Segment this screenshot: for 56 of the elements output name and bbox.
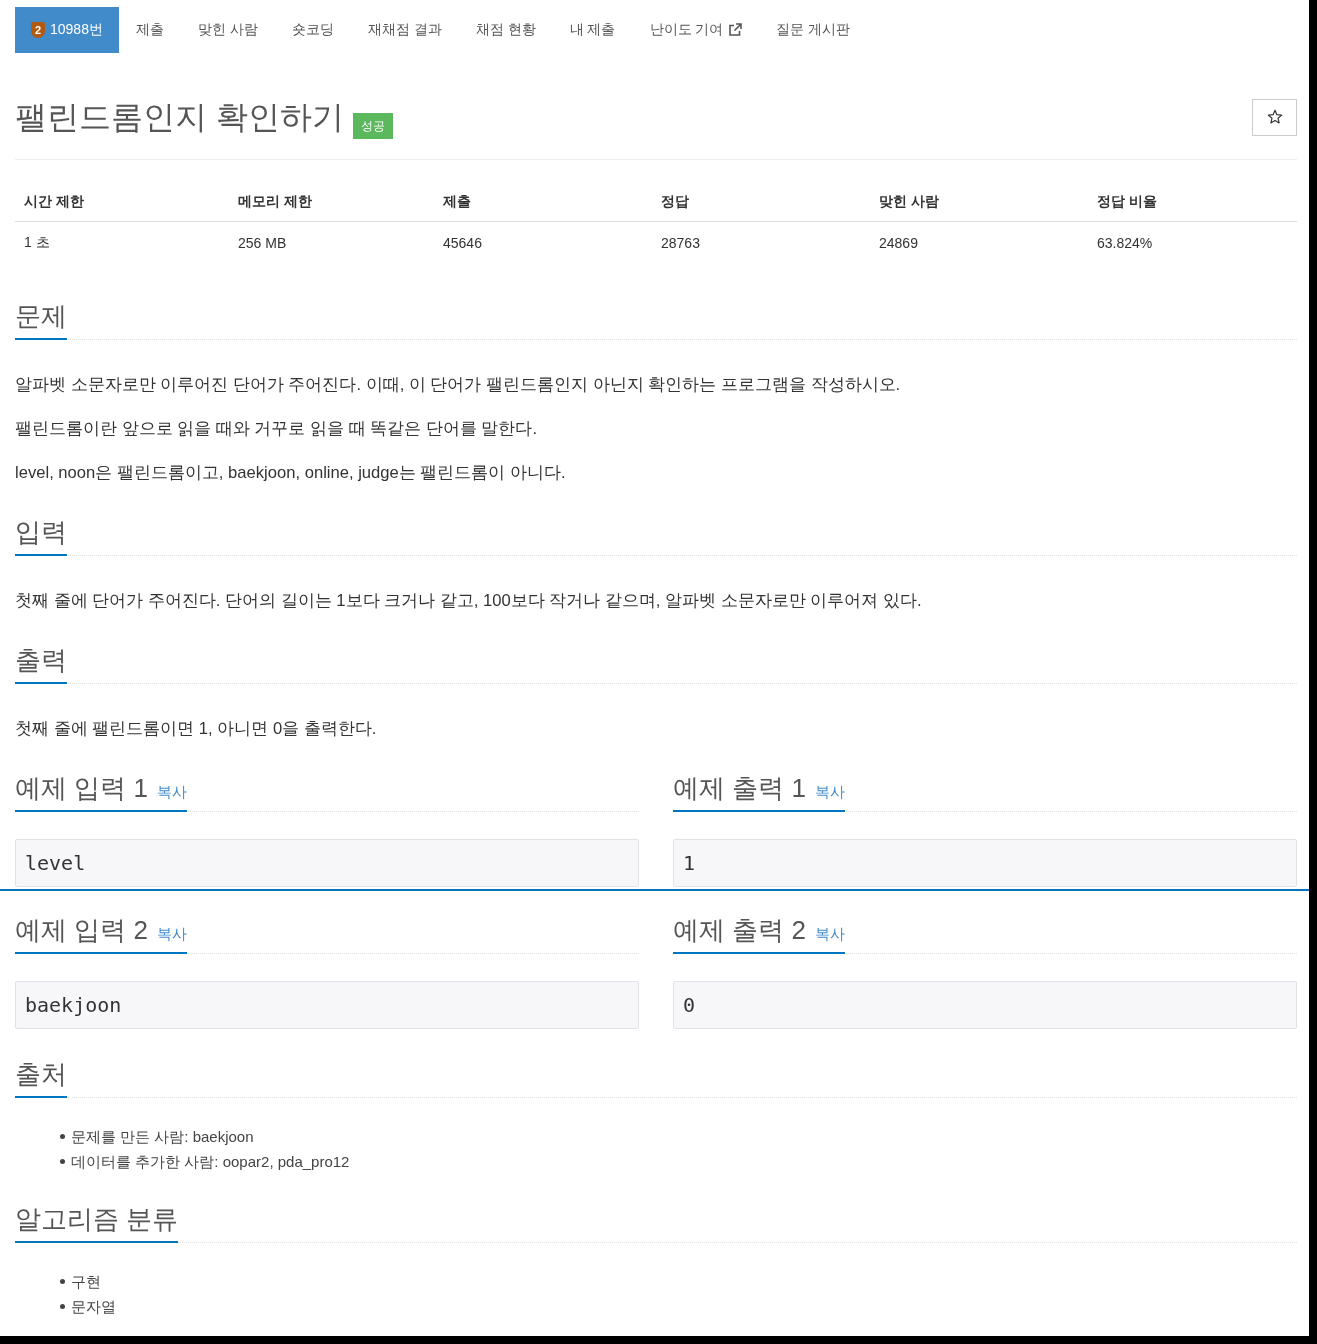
result-label: 성공 [352, 113, 393, 139]
favorite-button[interactable] [1252, 98, 1297, 136]
table-cell-text: 1 초 [23, 234, 51, 252]
copy-link[interactable]: 복사 [814, 925, 845, 944]
list-item: 구현 [71, 1272, 101, 1292]
example-input-code: level [15, 839, 639, 887]
section-heading: 알고리즘 분류 [15, 1203, 179, 1236]
column-header: 메모리 제한 [237, 193, 313, 211]
nav-tab[interactable]: 재채점 결과 [350, 7, 459, 53]
section-heading: 예제 출력 1 [673, 772, 806, 805]
star-icon [1266, 109, 1283, 125]
problem-title: 팰린드롬인지 확인하기 [15, 98, 344, 137]
section-heading: 출력 [15, 644, 67, 677]
paragraph: 팰린드롬이란 앞으로 읽을 때와 거꾸로 읽을 때 똑같은 단어를 말한다. [15, 418, 539, 440]
copy-link[interactable]: 복사 [814, 783, 845, 802]
copy-link[interactable]: 복사 [156, 783, 187, 802]
nav-tab[interactable]: 맞힌 사람 [180, 7, 275, 53]
bullet-icon [60, 1279, 65, 1284]
bullet-icon [60, 1304, 65, 1309]
table-cell-text: 28763 [660, 235, 701, 251]
paragraph: 첫째 줄에 단어가 주어진다. 단어의 길이는 1보다 크거나 같고, 100보다 작거나 같으며, 알파벳 소문자로만 이루어져 있다. [15, 590, 923, 612]
column-header: 정답 비율 [1096, 193, 1158, 211]
paragraph: 알파벳 소문자로만 이루어진 단어가 주어진다. 이때, 이 단어가 팰린드롬인지 아닌지 확인하는 프로그램을 작성하시오. [15, 374, 902, 396]
nav-tab[interactable]: 제출 [118, 7, 181, 53]
section-heading: 예제 입력 2 [15, 914, 148, 947]
section-heading: 예제 출력 2 [673, 914, 806, 947]
nav-tab[interactable]: 질문 게시판 [759, 7, 868, 53]
list-item: 데이터를 추가한 사람: oopar2, pda_pro12 [71, 1152, 350, 1172]
section-heading: 문제 [15, 300, 67, 333]
column-header: 제출 [442, 193, 472, 211]
example-output-code: 0 [673, 981, 1297, 1029]
list-item: 문자열 [71, 1297, 116, 1317]
table-cell-text: 24869 [878, 235, 919, 251]
column-header: 정답 [660, 193, 690, 211]
section-heading: 예제 입력 1 [15, 772, 148, 805]
example-output-code: 1 [673, 839, 1297, 887]
nav-tab[interactable]: 난이도 기여 [632, 7, 760, 53]
list-item: 문제를 만든 사람: baekjoon [71, 1127, 254, 1147]
paragraph: level, noon은 팰린드롬이고, baekjoon, online, judge는 팰린드롬이 아니다. [15, 462, 567, 484]
column-header: 맞힌 사람 [878, 193, 940, 211]
example-input-code: baekjoon [15, 981, 639, 1029]
table-cell-text: 256 MB [237, 235, 288, 251]
bullet-icon [60, 1159, 65, 1164]
section-heading: 입력 [15, 516, 67, 549]
paragraph: 첫째 줄에 팰린드롬이면 1, 아니면 0을 출력한다. [15, 718, 378, 740]
nav-tab[interactable]: 숏코딩 [274, 7, 351, 53]
nav-tab[interactable]: 2 10988번 [15, 7, 119, 53]
table-cell-text: 63.824% [1096, 235, 1154, 251]
bullet-icon [60, 1134, 65, 1139]
tier-badge: 2 [31, 22, 45, 38]
column-header: 시간 제한 [23, 193, 85, 211]
copy-link[interactable]: 복사 [156, 925, 187, 944]
nav-tab[interactable]: 내 제출 [552, 7, 633, 53]
nav-tab[interactable]: 채점 현황 [458, 7, 553, 53]
section-heading: 출처 [15, 1058, 67, 1091]
table-cell-text: 45646 [442, 235, 483, 251]
